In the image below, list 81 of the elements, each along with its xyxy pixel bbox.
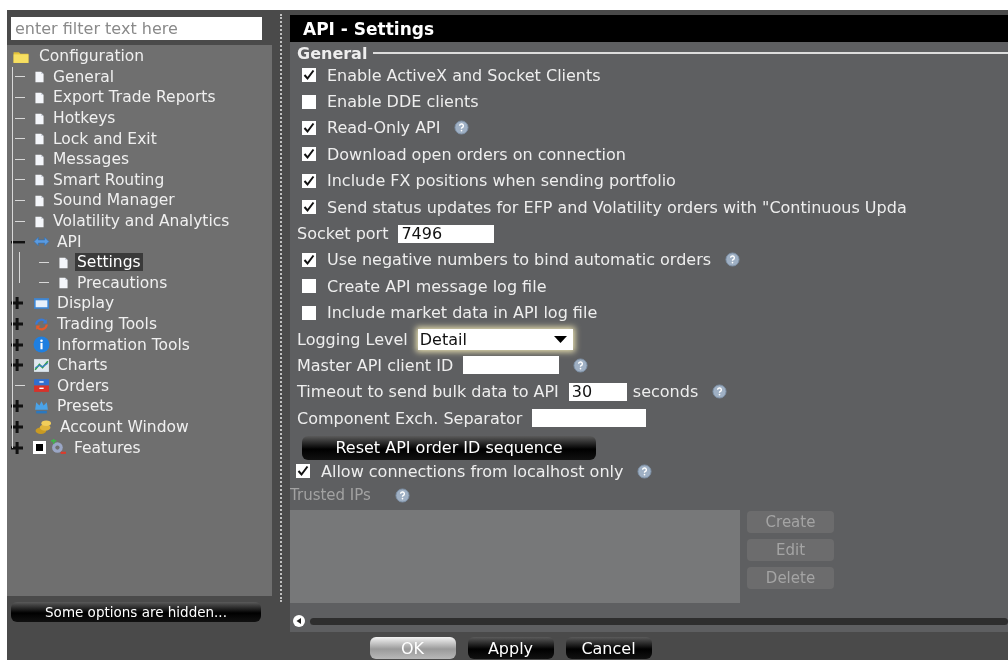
tree-item[interactable]: General: [51, 67, 117, 86]
checkbox[interactable]: [302, 305, 316, 320]
checkbox[interactable]: [302, 120, 316, 135]
tree-item[interactable]: Volatility and Analytics: [51, 212, 232, 231]
panel-title: API - Settings: [290, 15, 1008, 42]
input-field[interactable]: 7496: [398, 224, 495, 243]
checkbox-label: Read-Only API: [327, 118, 441, 138]
input-field[interactable]: [463, 356, 560, 375]
field-label: Logging Level: [297, 329, 408, 349]
expand-icon[interactable]: [11, 338, 25, 351]
checkbox-label: Enable ActiveX and Socket Clients: [327, 65, 601, 85]
field-label: Master API client ID: [297, 356, 454, 375]
horizontal-scrollbar[interactable]: [290, 614, 1008, 628]
tree-item[interactable]: Lock and Exit: [51, 129, 159, 148]
checkbox[interactable]: [302, 200, 316, 215]
section-title: General: [297, 43, 368, 63]
unit-label: seconds: [632, 382, 699, 402]
tree-item[interactable]: API: [55, 232, 84, 251]
expand-icon[interactable]: [11, 421, 25, 433]
checkbox-label: Create API message log file: [327, 276, 547, 296]
field-label: Component Exch. Separator: [297, 408, 523, 428]
tree-item[interactable]: Information Tools: [55, 335, 192, 354]
input-field[interactable]: [532, 409, 647, 428]
tree-item[interactable]: Precautions: [75, 273, 170, 292]
expand-icon[interactable]: [11, 318, 25, 330]
help-icon[interactable]: [454, 120, 470, 136]
tree-item[interactable]: Settings: [75, 253, 143, 272]
checkbox-label: Download open orders on connection: [327, 144, 626, 164]
expand-icon[interactable]: [11, 359, 25, 372]
tree-item[interactable]: Sound Manager: [51, 191, 177, 210]
tree-item[interactable]: Smart Routing: [51, 170, 167, 189]
tree-item[interactable]: Orders: [55, 376, 112, 395]
filter-field[interactable]: enter filter text here: [11, 17, 262, 40]
dialog-button[interactable]: OK: [369, 637, 456, 659]
gear-icon: [50, 439, 67, 457]
reset-button[interactable]: Reset API order ID sequence: [302, 435, 596, 460]
coins-icon: [33, 418, 53, 436]
info-icon: [33, 336, 50, 354]
tree-item[interactable]: Trading Tools: [55, 315, 159, 333]
checkbox-label: Include FX positions when sending portfolio: [327, 171, 676, 191]
dialog-button[interactable]: Cancel: [565, 637, 652, 659]
dialog-button[interactable]: Apply: [467, 637, 554, 659]
help-icon[interactable]: [573, 358, 589, 373]
tree-item[interactable]: Presets: [55, 397, 116, 416]
help-icon[interactable]: [712, 384, 728, 400]
expand-icon[interactable]: [11, 400, 25, 413]
hidden-options-button[interactable]: Some options are hidden...: [11, 602, 261, 622]
checkbox[interactable]: [296, 464, 310, 479]
tree-item[interactable]: Messages: [51, 150, 131, 169]
checkbox[interactable]: [302, 147, 316, 162]
tree-item[interactable]: Hotkeys: [51, 109, 118, 128]
chart-icon: [33, 356, 50, 374]
field-label: Socket port: [297, 224, 389, 244]
scroll-left-icon[interactable]: [292, 615, 306, 627]
checkbox[interactable]: [302, 173, 316, 188]
tree-item[interactable]: Account Window: [58, 418, 191, 436]
checkbox-label: Include market data in API log file: [327, 303, 598, 323]
tree-item[interactable]: Display: [55, 294, 117, 313]
square-icon: [33, 441, 46, 455]
help-icon[interactable]: [725, 252, 741, 268]
tree-item[interactable]: Features: [72, 438, 143, 457]
input-field[interactable]: 30: [568, 382, 627, 401]
checkbox[interactable]: [302, 68, 316, 83]
expand-icon[interactable]: [11, 441, 25, 454]
tree-item[interactable]: Export Trade Reports: [51, 88, 218, 107]
checkbox-label: Enable DDE clients: [327, 92, 479, 112]
tree-item[interactable]: Charts: [55, 356, 110, 375]
checkbox-label: Send status updates for EFP and Volatility orders with "Continuous Upda: [327, 197, 907, 217]
dropdown[interactable]: Detail: [417, 328, 573, 350]
checkbox[interactable]: [302, 252, 316, 267]
field-label: Timeout to send bulk data to API: [297, 382, 559, 402]
expand-icon[interactable]: [11, 297, 25, 310]
tree-item[interactable]: Configuration: [37, 47, 147, 66]
checkbox[interactable]: [302, 279, 316, 294]
help-icon[interactable]: [637, 463, 653, 479]
caret-icon: [553, 335, 567, 343]
checkbox-label: Use negative numbers to bind automatic orders: [327, 250, 712, 270]
trusted-ips-label: Trusted IPs: [290, 486, 371, 505]
ledger-icon: [33, 377, 50, 395]
checkbox-label: Allow connections from localhost only: [321, 461, 624, 481]
checkbox[interactable]: [302, 94, 316, 109]
